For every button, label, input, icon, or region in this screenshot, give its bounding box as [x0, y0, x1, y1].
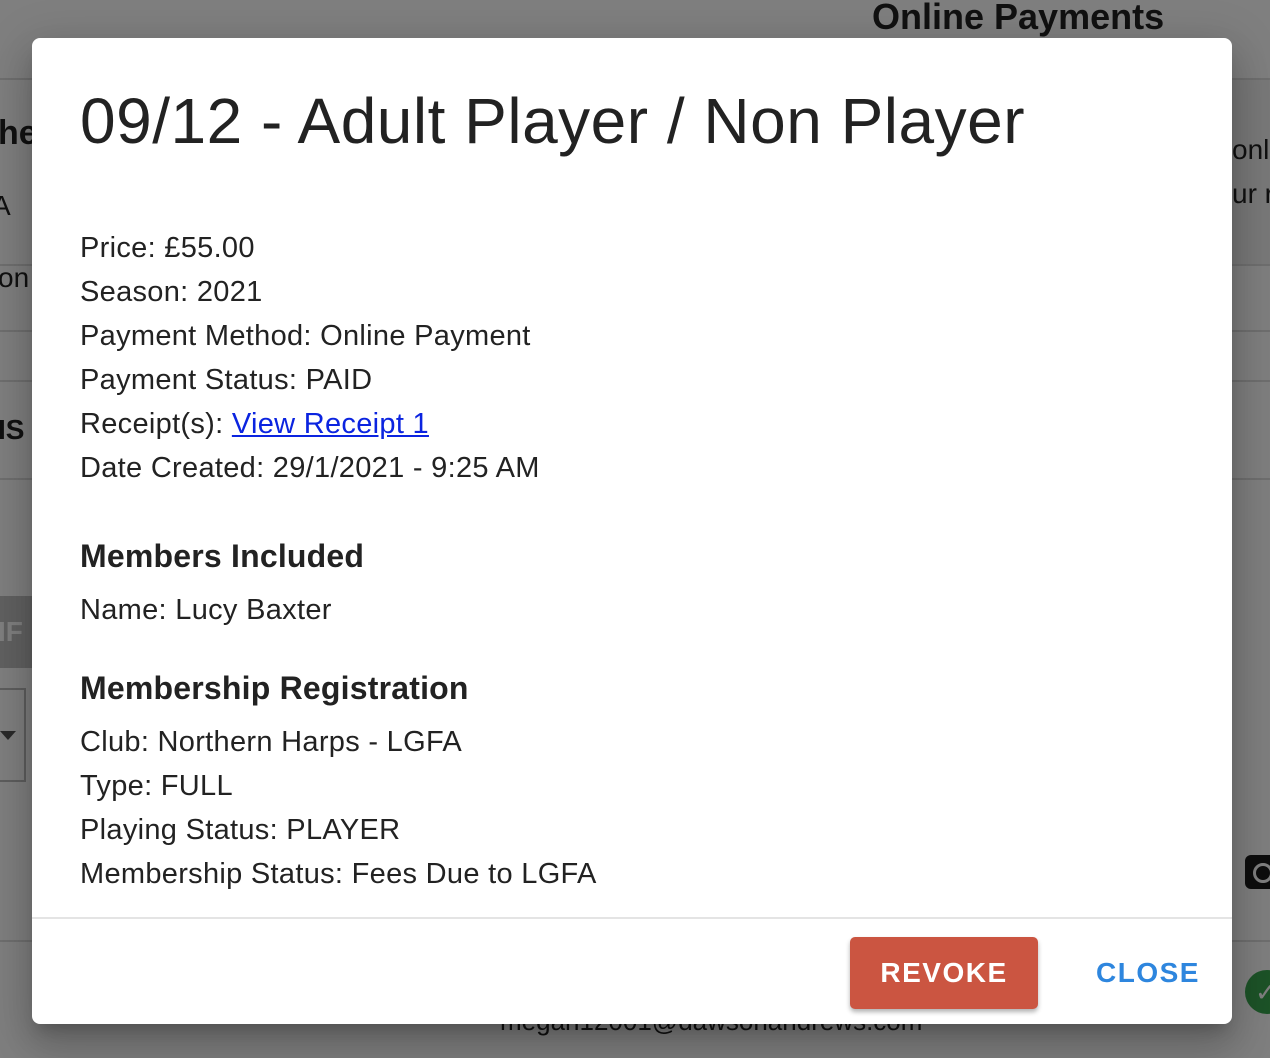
revoke-button[interactable]: REVOKE	[850, 937, 1038, 1009]
type-text: Type: FULL	[80, 770, 233, 802]
playing-status-text: Playing Status: PLAYER	[80, 814, 401, 846]
member-name-text: Name: Lucy Baxter	[80, 594, 332, 626]
season-text: Season: 2021	[80, 276, 263, 308]
payment-status-text: Payment Status: PAID	[80, 364, 373, 396]
receipts-label: Receipt(s):	[80, 408, 232, 440]
payment-method-text: Payment Method: Online Payment	[80, 320, 531, 352]
dialog-actions: REVOKE CLOSE	[32, 917, 1232, 1024]
dialog-content: Price: £55.00 Season: 2021 Payment Metho…	[80, 226, 1180, 896]
close-button[interactable]: CLOSE	[1084, 937, 1212, 1009]
members-section-title: Members Included	[80, 538, 365, 574]
receipts-row: Receipt(s): View Receipt 1	[80, 402, 1180, 446]
dialog-title: 09/12 - Adult Player / Non Player	[80, 85, 1025, 157]
price-text: Price: £55.00	[80, 232, 255, 264]
date-created-text: Date Created: 29/1/2021 - 9:25 AM	[80, 452, 540, 484]
view-receipt-link[interactable]: View Receipt 1	[232, 408, 429, 440]
membership-status-text: Membership Status: Fees Due to LGFA	[80, 858, 597, 890]
registration-section-title: Membership Registration	[80, 670, 469, 706]
payment-details-dialog: 09/12 - Adult Player / Non Player Price:…	[32, 38, 1232, 1024]
club-text: Club: Northern Harps - LGFA	[80, 726, 463, 758]
